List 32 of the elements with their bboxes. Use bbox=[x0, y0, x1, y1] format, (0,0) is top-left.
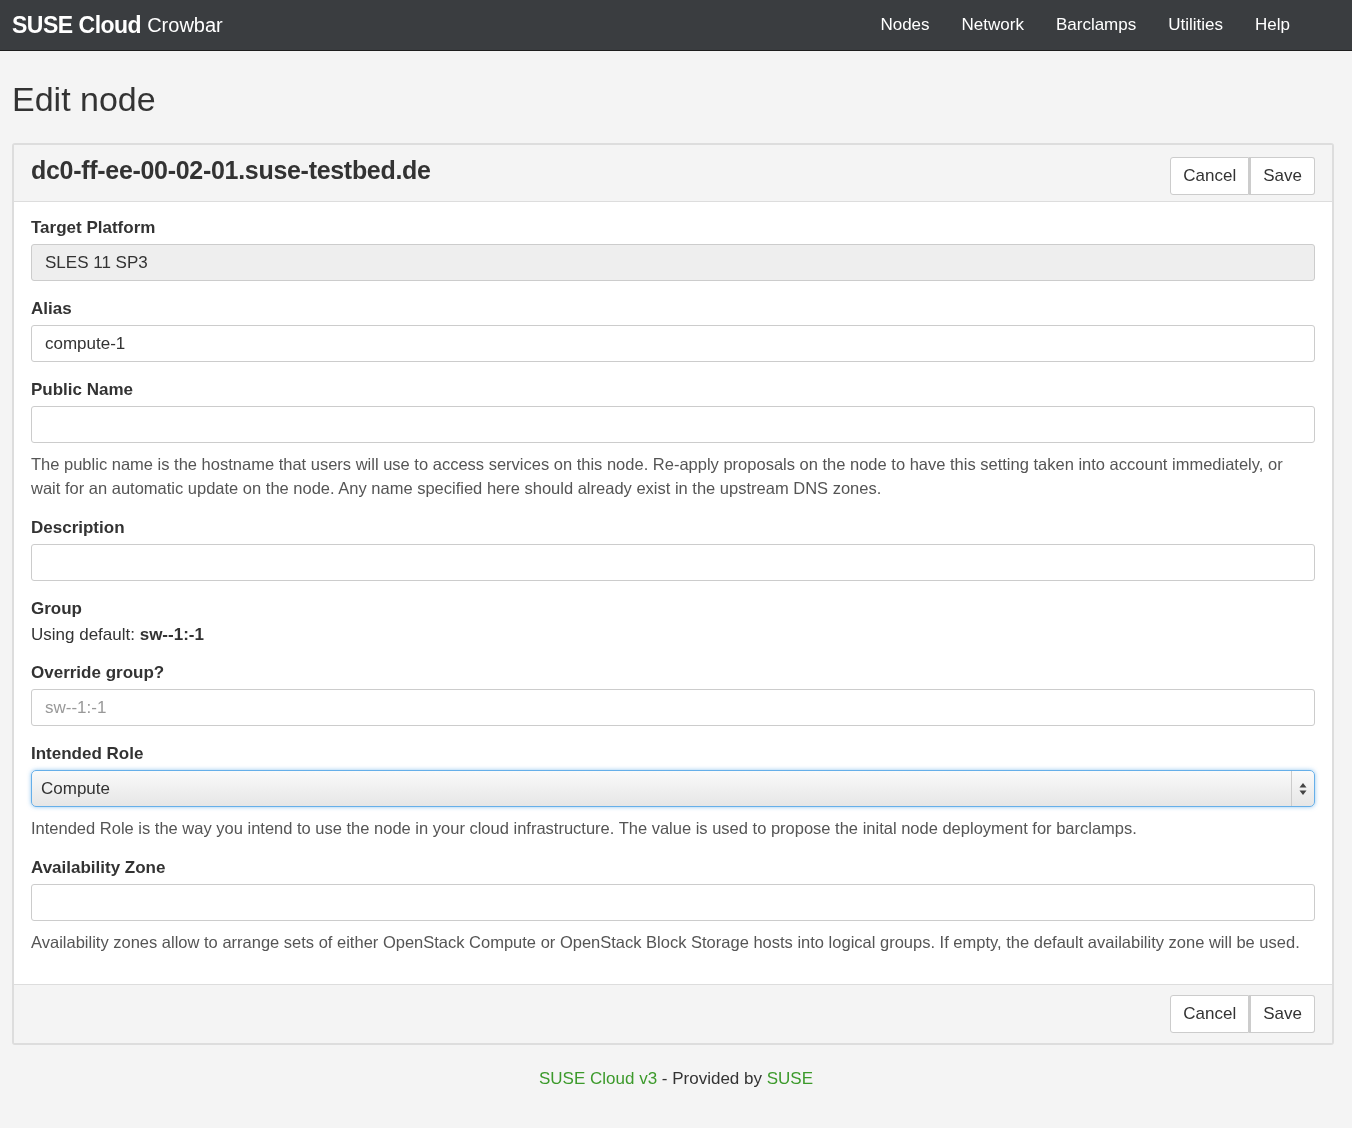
input-field[interactable] bbox=[31, 884, 1315, 921]
nav-link[interactable]: Utilities bbox=[1152, 15, 1240, 35]
field-label: Description bbox=[31, 518, 126, 538]
nav-link[interactable]: Barclamps bbox=[1039, 15, 1153, 35]
node-name-title: dc0-ff-ee-00-02-01.suse-testbed.de bbox=[31, 156, 431, 185]
field-label: Override group? bbox=[31, 663, 166, 683]
input-field[interactable]: sw--1:-1 bbox=[31, 689, 1315, 726]
input-field[interactable] bbox=[31, 544, 1315, 581]
input-field[interactable] bbox=[31, 406, 1315, 443]
field-label: Intended Role bbox=[31, 744, 145, 764]
help-text: Intended Role is the way you intend to use the node in your cloud infrastructure. The value is used to propose the inital node deployment for barclamps. bbox=[31, 818, 1138, 839]
field-label: Alias bbox=[31, 299, 73, 319]
nav-link[interactable]: Nodes bbox=[864, 15, 946, 35]
page-title: Edit node bbox=[12, 79, 157, 120]
input-field[interactable]: compute-1 bbox=[31, 325, 1315, 362]
action-button[interactable]: Save bbox=[1249, 995, 1315, 1033]
brand-logo-text[interactable]: SUSE Cloud bbox=[12, 11, 142, 39]
nav-link[interactable]: Network bbox=[945, 15, 1040, 35]
footer-text: - Provided by bbox=[660, 1069, 763, 1088]
field-label: Group bbox=[31, 599, 83, 619]
role-select[interactable]: Compute bbox=[31, 770, 1315, 807]
help-text: Availability zones allow to arrange sets of either OpenStack Compute or OpenStack Block Storage hosts into logical groups. If empty, the default availability zone will be used. bbox=[31, 932, 1301, 953]
action-button[interactable]: Cancel bbox=[1170, 156, 1250, 195]
action-button[interactable]: Cancel bbox=[1170, 995, 1250, 1033]
action-button[interactable]: Save bbox=[1249, 156, 1315, 195]
field-label: Public Name bbox=[31, 380, 135, 400]
help-text: The public name is the hostname that users will use to access services on this node. Re-apply proposals on the node to have this setting taken into account immediately, or wait for an automatic update on the node. Any name specified here should already exist in the upstream DNS zones. bbox=[31, 454, 1284, 499]
group-default-text: Using default: sw--1:-1 bbox=[31, 625, 205, 645]
nav-link[interactable]: Help bbox=[1239, 15, 1306, 35]
brand-subtitle[interactable]: Crowbar bbox=[147, 13, 223, 37]
field-label: Target Platform bbox=[31, 218, 157, 238]
field-label: Availability Zone bbox=[31, 858, 167, 878]
